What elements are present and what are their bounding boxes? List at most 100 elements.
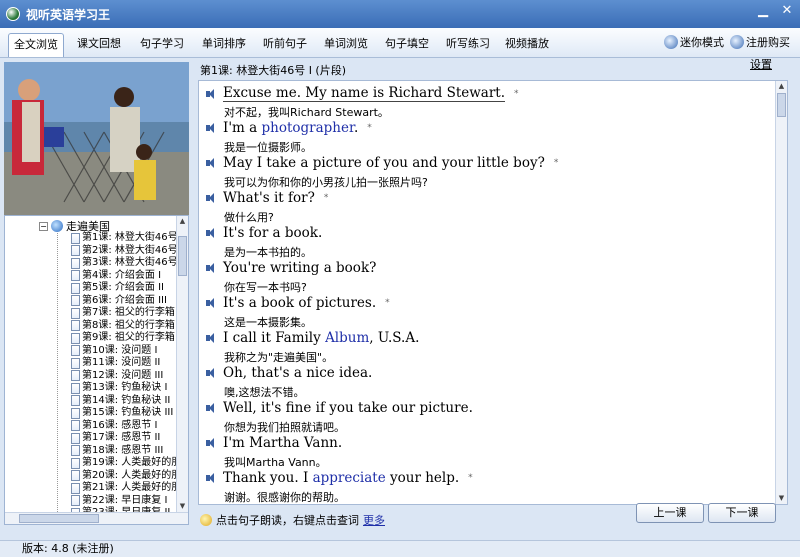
tree-lesson-item[interactable]: 第18课: 感恩节 III xyxy=(71,445,163,457)
tab-listen-sentence[interactable]: 听前句子 xyxy=(258,33,312,55)
chinese-translation: 对不起，我叫Richard Stewart。 xyxy=(224,106,389,119)
tree-lesson-item[interactable]: 第8课: 祖父的行李箱 xyxy=(71,320,175,332)
highlighted-word[interactable]: photographer xyxy=(261,120,353,136)
highlighted-word[interactable]: appreciate xyxy=(313,470,386,486)
scroll-up-icon[interactable]: ▲ xyxy=(177,216,188,227)
english-sentence[interactable]: Thank you. I appreciate your help. xyxy=(223,470,459,486)
sentence-row[interactable]: Excuse me. My name is Richard Stewart. * xyxy=(205,85,519,102)
tab-video-play[interactable]: 视频播放 xyxy=(500,33,554,55)
english-sentence[interactable]: May I take a picture of you and your lit… xyxy=(223,155,545,171)
document-icon xyxy=(71,382,80,394)
english-sentence[interactable]: I call it Family Album, U.S.A. xyxy=(223,330,419,346)
speaker-icon[interactable] xyxy=(205,227,217,239)
tree-lesson-item[interactable]: 第13课: 钓鱼秘诀 I xyxy=(71,382,167,394)
minimize-icon[interactable]: ▁ xyxy=(756,4,770,18)
tree-lesson-item[interactable]: 第11课: 没问题 II xyxy=(71,357,160,369)
content-vertical-scrollbar[interactable]: ▲ ▼ xyxy=(775,81,787,504)
highlighted-word[interactable]: Album xyxy=(325,330,369,346)
speaker-icon[interactable] xyxy=(205,332,217,344)
english-sentence[interactable]: Well, it's fine if you take our picture. xyxy=(223,400,473,416)
tree-lesson-item[interactable]: 第22课: 早日康复 I xyxy=(71,495,167,507)
tree-lesson-item[interactable]: 第14课: 钓鱼秘诀 II xyxy=(71,395,170,407)
sentence-panel[interactable]: Excuse me. My name is Richard Stewart. * 对… xyxy=(198,80,788,505)
prev-lesson-button[interactable]: 上一课 xyxy=(636,503,704,523)
next-lesson-button[interactable]: 下一课 xyxy=(708,503,776,523)
collapse-icon[interactable]: − xyxy=(39,221,48,231)
english-sentence[interactable]: It's for a book. xyxy=(223,225,322,241)
tree-lesson-item[interactable]: 第21课: 人类最好的朋 xyxy=(71,482,181,494)
sentence-row[interactable]: It's a book of pictures. * xyxy=(205,295,390,311)
tab-full-text[interactable]: 全文浏览 xyxy=(8,33,64,57)
speaker-icon[interactable] xyxy=(205,402,217,414)
sentence-row[interactable]: May I take a picture of you and your lit… xyxy=(205,155,558,171)
english-sentence[interactable]: Excuse me. My name is Richard Stewart. xyxy=(223,85,506,102)
speaker-icon[interactable] xyxy=(205,367,217,379)
tab-dictation[interactable]: 听写练习 xyxy=(441,33,495,55)
content-scroll-up-icon[interactable]: ▲ xyxy=(776,81,787,92)
document-icon xyxy=(71,407,80,419)
tree-lesson-item[interactable]: 第17课: 感恩节 II xyxy=(71,432,160,444)
content-scroll-down-icon[interactable]: ▼ xyxy=(776,493,787,504)
tree-lesson-item[interactable]: 第9课: 祖父的行李箱 xyxy=(71,332,175,344)
english-sentence[interactable]: What's it for? xyxy=(223,190,315,206)
english-sentence[interactable]: You're writing a book? xyxy=(223,260,376,276)
hscroll-thumb[interactable] xyxy=(19,514,99,523)
sentence-row[interactable]: It's for a book. xyxy=(205,225,331,241)
tree-lesson-item[interactable]: 第3课: 林登大街46号 xyxy=(71,257,178,269)
english-sentence[interactable]: I'm Martha Vann. xyxy=(223,435,342,451)
tab-fill-blank[interactable]: 句子填空 xyxy=(380,33,434,55)
video-frame[interactable] xyxy=(4,62,189,215)
sentence-row[interactable]: You're writing a book? xyxy=(205,260,385,276)
document-icon xyxy=(71,245,80,256)
tab-word-browse[interactable]: 单词浏览 xyxy=(319,33,373,55)
tree-lesson-item[interactable]: 第2课: 林登大街46号 xyxy=(71,245,178,257)
tree-lesson-item[interactable]: 第6课: 介绍会面 III xyxy=(71,295,167,307)
tree-lesson-item[interactable]: 第1课: 林登大街46号 xyxy=(71,232,178,244)
speaker-icon[interactable] xyxy=(205,262,217,274)
speaker-icon[interactable] xyxy=(205,88,217,100)
tree-lesson-item[interactable]: 第19课: 人类最好的朋 xyxy=(71,457,181,469)
english-sentence[interactable]: I'm a photographer. xyxy=(223,120,358,136)
tree-lesson-item[interactable]: 第16课: 感恩节 I xyxy=(71,420,157,432)
sentence-row[interactable]: Oh, that's a nice idea. xyxy=(205,365,381,381)
tree-lesson-item[interactable]: 第4课: 介绍会面 I xyxy=(71,270,161,282)
tab-word-order[interactable]: 单词排序 xyxy=(197,33,251,55)
tree-lesson-label: 第17课: 感恩节 II xyxy=(82,432,161,443)
tree-lesson-item[interactable]: 第15课: 钓鱼秘诀 III xyxy=(71,407,173,419)
content-scroll-thumb[interactable] xyxy=(777,93,786,117)
speaker-icon[interactable] xyxy=(205,297,217,309)
speaker-icon[interactable] xyxy=(205,437,217,449)
scroll-down-icon[interactable]: ▼ xyxy=(177,501,188,512)
sentence-row[interactable]: I'm Martha Vann. xyxy=(205,435,351,451)
lesson-tree[interactable]: − 走遍美国 第1课: 林登大街46号 第2课: 林登大街46号 第3课: 林登大街… xyxy=(4,215,189,525)
mini-mode-button[interactable]: 迷你模式 xyxy=(664,34,724,50)
tree-vertical-scrollbar[interactable]: ▲ ▼ xyxy=(176,216,188,524)
sentence-row[interactable]: I call it Family Album, U.S.A. xyxy=(205,330,428,346)
speaker-icon[interactable] xyxy=(205,122,217,134)
tree-lesson-label: 第21课: 人类最好的朋 xyxy=(82,482,182,493)
tree-lesson-item[interactable]: 第7课: 祖父的行李箱 xyxy=(71,307,175,319)
speaker-icon[interactable] xyxy=(205,472,217,484)
tree-lesson-label: 第18课: 感恩节 III xyxy=(82,444,164,456)
tab-recall[interactable]: 课文回想 xyxy=(72,33,126,55)
close-icon[interactable]: ✕ xyxy=(780,4,794,18)
speaker-icon[interactable] xyxy=(205,192,217,204)
tree-lesson-item[interactable]: 第20课: 人类最好的朋 xyxy=(71,470,181,482)
tree-lesson-item[interactable]: 第12课: 没问题 III xyxy=(71,370,163,382)
more-link[interactable]: 更多 xyxy=(363,512,385,528)
tree-lesson-item[interactable]: 第10课: 没问题 I xyxy=(71,345,157,357)
register-button[interactable]: 注册购买 xyxy=(730,34,790,50)
english-sentence[interactable]: Oh, that's a nice idea. xyxy=(223,365,372,381)
sentence-row[interactable]: Thank you. I appreciate your help. * xyxy=(205,470,473,486)
settings-link[interactable]: 设置 xyxy=(750,56,772,72)
sentence-row[interactable]: I'm a photographer. * xyxy=(205,120,372,136)
tab-sentence-study[interactable]: 句子学习 xyxy=(135,33,189,55)
english-sentence[interactable]: It's a book of pictures. xyxy=(223,295,376,311)
sentence-row[interactable]: What's it for? * xyxy=(205,190,328,206)
sentence-row[interactable]: Well, it's fine if you take our picture. xyxy=(205,400,482,416)
speaker-icon[interactable] xyxy=(205,157,217,169)
scroll-thumb[interactable] xyxy=(178,236,187,276)
sentence-text: May I take a picture of you and your lit… xyxy=(223,155,545,171)
tree-lesson-item[interactable]: 第5课: 介绍会面 II xyxy=(71,282,164,294)
tree-horizontal-scrollbar[interactable] xyxy=(5,512,188,524)
